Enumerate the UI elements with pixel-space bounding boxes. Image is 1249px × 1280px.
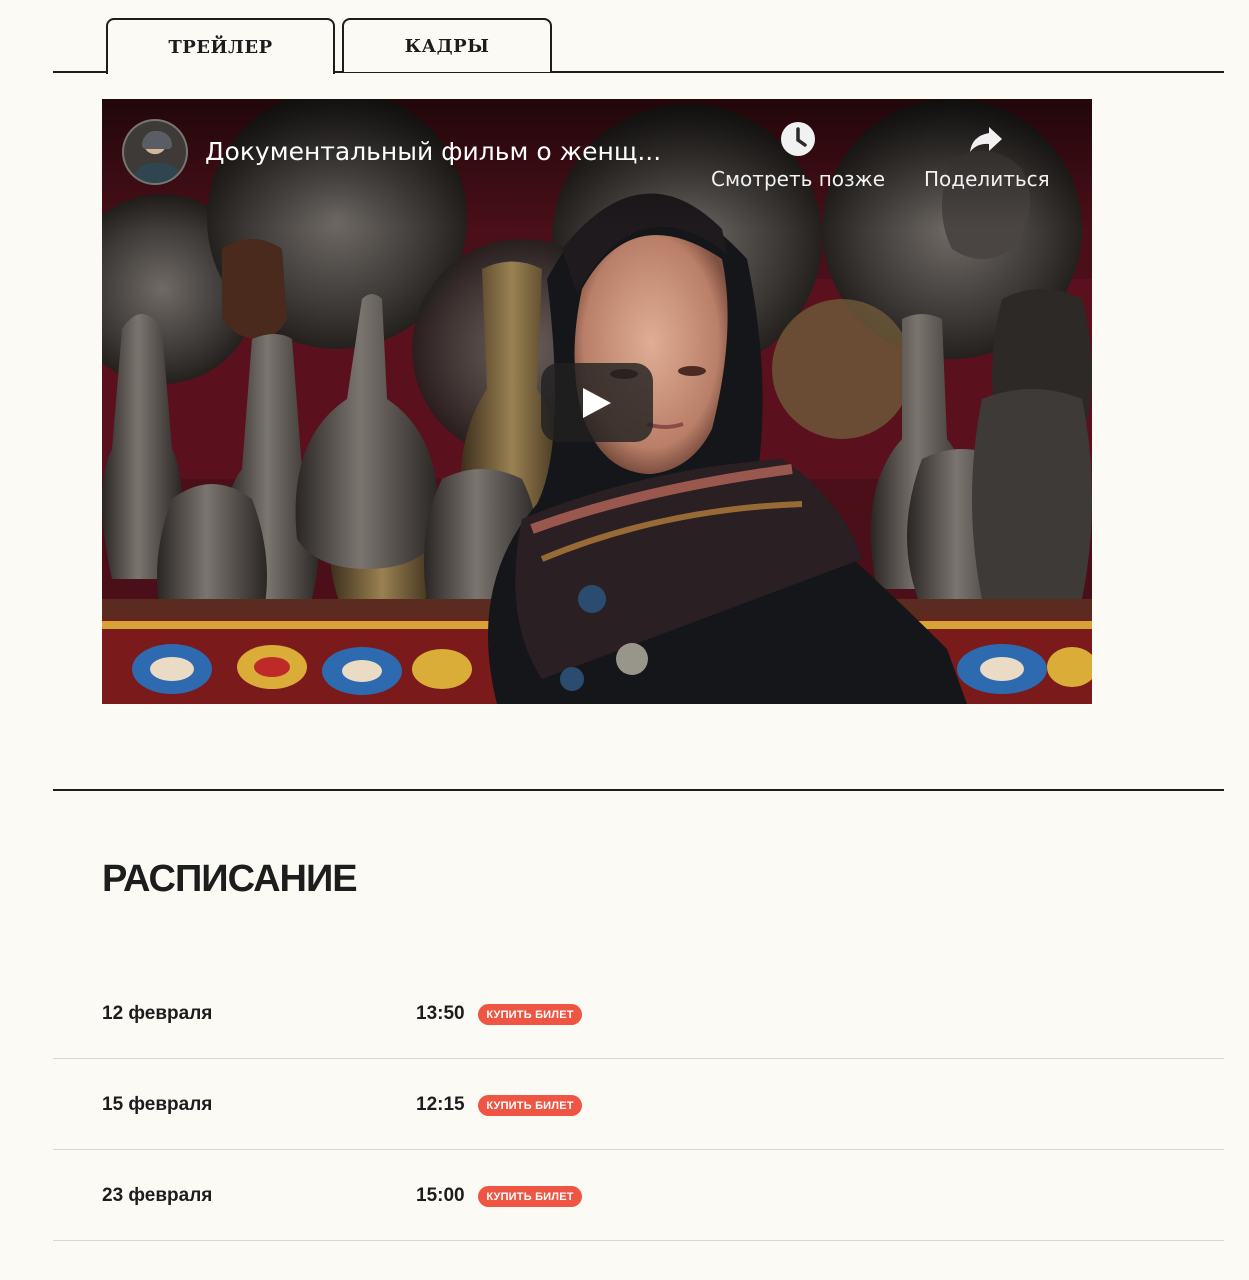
video-title[interactable]: Документальный фильм о женщ... [205, 137, 661, 166]
watch-later-label: Смотреть позже [711, 167, 886, 191]
clock-icon [781, 122, 815, 156]
section-divider [53, 789, 1224, 791]
schedule-date: 23 февраля [102, 1185, 213, 1206]
tab-trailer[interactable]: ТРЕЙЛЕР [106, 18, 335, 74]
buy-ticket-button[interactable]: КУПИТЬ БИЛЕТ [478, 1095, 582, 1116]
schedule-time: 15:00 [416, 1185, 465, 1206]
channel-avatar[interactable] [122, 119, 188, 185]
share-arrow-icon [969, 127, 1002, 152]
schedule-time: 13:50 [416, 1003, 465, 1024]
avatar-body [132, 163, 182, 183]
page: ТРЕЙЛЕР КАДРЫ Документальный фильм о жен… [0, 0, 1249, 1280]
avatar-cap [142, 131, 172, 149]
play-icon [583, 387, 611, 418]
schedule-title: РАСПИСАНИЕ [102, 858, 358, 900]
play-button[interactable] [541, 363, 653, 442]
schedule-row: 15 февраля 12:15 КУПИТЬ БИЛЕТ [53, 1060, 1224, 1150]
video-player[interactable]: Документальный фильм о женщ... Смотреть … [102, 99, 1092, 704]
schedule-date: 12 февраля [102, 1003, 213, 1024]
schedule-time: 12:15 [416, 1094, 465, 1115]
watch-later-button[interactable]: Смотреть позже [711, 121, 885, 191]
share-button[interactable]: Поделиться [924, 121, 1050, 191]
schedule-row: 12 февраля 13:50 КУПИТЬ БИЛЕТ [53, 969, 1224, 1059]
schedule-row: 23 февраля 15:00 КУПИТЬ БИЛЕТ [53, 1151, 1224, 1241]
schedule-date: 15 февраля [102, 1094, 213, 1115]
buy-ticket-button[interactable]: КУПИТЬ БИЛЕТ [478, 1004, 582, 1025]
buy-ticket-button[interactable]: КУПИТЬ БИЛЕТ [478, 1186, 582, 1207]
tab-frames[interactable]: КАДРЫ [342, 18, 552, 72]
share-label: Поделиться [924, 167, 1050, 191]
